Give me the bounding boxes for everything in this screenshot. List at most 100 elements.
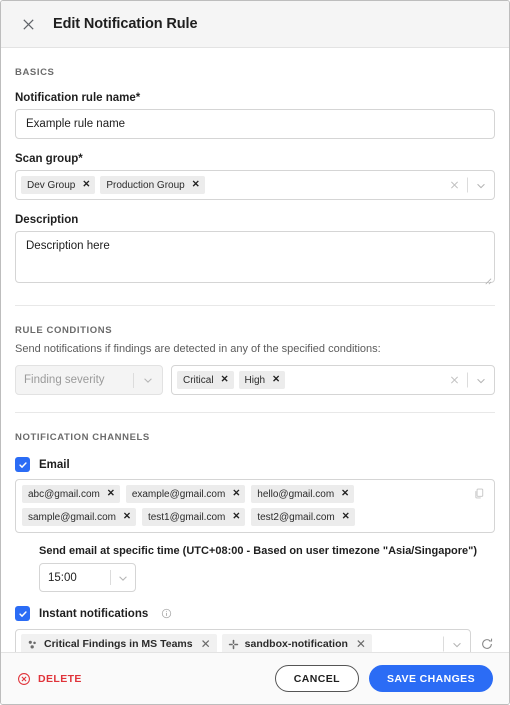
email-chip[interactable]: sample@gmail.com ✕ <box>22 508 136 526</box>
section-rule-conditions-label: RULE CONDITIONS <box>15 325 113 336</box>
email-chip[interactable]: test2@gmail.com ✕ <box>251 508 355 526</box>
condition-type-actions <box>133 372 154 388</box>
divider <box>467 177 468 193</box>
copy-icon[interactable] <box>473 487 486 500</box>
chip-label: abc@gmail.com <box>28 488 100 500</box>
rule-name-label: Notification rule name* <box>15 92 141 104</box>
modal-body: BASICS Notification rule name* Scan grou… <box>1 48 509 652</box>
chevron-down-icon[interactable] <box>142 374 154 386</box>
condition-values-actions <box>449 372 487 388</box>
ms-teams-icon <box>27 639 38 650</box>
destination-chip[interactable]: Critical Findings in MS Teams ✕ <box>21 634 217 652</box>
instant-notifications-checkbox[interactable] <box>15 606 30 621</box>
chip-label: hello@gmail.com <box>257 488 335 500</box>
chip-remove-icon[interactable]: ✕ <box>221 375 229 385</box>
section-basics-label: BASICS <box>15 67 55 78</box>
clear-x-icon[interactable] <box>449 375 460 386</box>
close-icon[interactable] <box>17 13 39 35</box>
instant-notifications-toggle[interactable]: Instant notifications <box>15 606 495 621</box>
divider <box>443 636 444 652</box>
circle-x-icon <box>17 672 31 686</box>
email-time-value: 15:00 <box>48 571 77 584</box>
email-chip[interactable]: example@gmail.com ✕ <box>125 485 246 503</box>
delete-button-label: DELETE <box>38 672 82 685</box>
email-time-select[interactable]: 15:00 <box>39 563 136 592</box>
rule-name-input[interactable] <box>15 109 495 139</box>
divider <box>133 372 134 388</box>
footer-actions: CANCEL SAVE CHANGES <box>274 665 493 692</box>
scan-group-select[interactable]: Dev Group ✕ Production Group ✕ <box>15 170 495 200</box>
chip-label: sandbox-notification <box>244 638 348 650</box>
chip-label: Production Group <box>106 179 185 191</box>
clear-x-icon[interactable] <box>449 180 460 191</box>
chevron-down-icon[interactable] <box>475 179 487 191</box>
scan-group-chip[interactable]: Production Group ✕ <box>100 176 205 194</box>
chip-label: test1@gmail.com <box>147 511 226 523</box>
chip-label: sample@gmail.com <box>28 511 116 523</box>
chip-remove-icon[interactable]: ✕ <box>123 512 131 522</box>
destinations-actions <box>443 636 463 652</box>
chip-remove-icon[interactable]: ✕ <box>232 489 240 499</box>
description-label: Description <box>15 214 79 226</box>
scan-group-actions <box>449 177 487 193</box>
severity-chip[interactable]: Critical ✕ <box>177 371 234 389</box>
chip-label: Critical Findings in MS Teams <box>44 638 193 650</box>
chip-remove-icon[interactable]: ✕ <box>201 638 211 650</box>
rule-conditions-helper: Send notifications if findings are detec… <box>15 343 381 355</box>
slack-icon <box>228 639 239 650</box>
description-wrapper <box>15 231 495 288</box>
divider <box>467 372 468 388</box>
email-label: Email <box>39 458 70 471</box>
chip-label: High <box>244 374 266 386</box>
section-notification-channels-label: NOTIFICATION CHANNELS <box>15 432 150 443</box>
chevron-down-icon[interactable] <box>475 374 487 386</box>
chip-label: test2@gmail.com <box>257 511 335 523</box>
email-chip[interactable]: test1@gmail.com ✕ <box>141 508 246 526</box>
page-title: Edit Notification Rule <box>53 16 198 32</box>
info-icon[interactable] <box>161 608 172 619</box>
email-chip[interactable]: abc@gmail.com ✕ <box>22 485 120 503</box>
condition-values-select[interactable]: Critical ✕ High ✕ <box>171 365 495 395</box>
chip-remove-icon[interactable]: ✕ <box>342 512 350 522</box>
condition-values-wrapper: Critical ✕ High ✕ <box>171 365 495 395</box>
email-time-actions <box>110 570 129 585</box>
chip-label: example@gmail.com <box>131 488 226 500</box>
chip-label: Critical <box>183 374 214 386</box>
scan-group-chip[interactable]: Dev Group ✕ <box>21 176 96 194</box>
email-checkbox[interactable] <box>15 457 30 472</box>
condition-type-value: Finding severity <box>24 374 105 386</box>
email-recipients-field[interactable]: abc@gmail.com ✕ example@gmail.com ✕ hell… <box>15 479 495 533</box>
chip-remove-icon[interactable]: ✕ <box>356 638 366 650</box>
divider <box>110 570 111 585</box>
email-time-label: Send email at specific time (UTC+08:00 -… <box>39 545 478 557</box>
refresh-icon[interactable] <box>479 636 495 652</box>
chip-remove-icon[interactable]: ✕ <box>272 375 280 385</box>
chip-remove-icon[interactable]: ✕ <box>107 489 115 499</box>
modal-header: Edit Notification Rule <box>1 1 509 48</box>
instant-notifications-label: Instant notifications <box>39 607 149 620</box>
divider <box>15 305 495 306</box>
destinations-row: Critical Findings in MS Teams ✕ sandbox-… <box>15 629 495 652</box>
save-changes-button[interactable]: SAVE CHANGES <box>368 665 493 692</box>
email-channel-toggle[interactable]: Email <box>15 457 495 472</box>
chevron-down-icon[interactable] <box>451 638 463 650</box>
chip-remove-icon[interactable]: ✕ <box>82 180 90 190</box>
condition-row: Finding severity Critical ✕ High ✕ <box>15 365 495 395</box>
edit-notification-rule-modal: Edit Notification Rule BASICS Notificati… <box>0 0 510 705</box>
description-textarea[interactable] <box>15 231 495 283</box>
email-time-block: Send email at specific time (UTC+08:00 -… <box>39 545 495 592</box>
chevron-down-icon[interactable] <box>117 572 129 584</box>
divider <box>15 412 495 413</box>
condition-type-select[interactable]: Finding severity <box>15 365 163 395</box>
scan-group-label: Scan group* <box>15 153 83 165</box>
severity-chip[interactable]: High ✕ <box>238 371 286 389</box>
modal-footer: DELETE CANCEL SAVE CHANGES <box>1 652 509 704</box>
chip-remove-icon[interactable]: ✕ <box>192 180 200 190</box>
cancel-button[interactable]: CANCEL <box>274 665 359 692</box>
destination-chip[interactable]: sandbox-notification ✕ <box>221 634 372 652</box>
delete-button[interactable]: DELETE <box>17 672 82 686</box>
email-chip[interactable]: hello@gmail.com ✕ <box>251 485 355 503</box>
chip-remove-icon[interactable]: ✕ <box>341 489 349 499</box>
chip-remove-icon[interactable]: ✕ <box>232 512 240 522</box>
destinations-select[interactable]: Critical Findings in MS Teams ✕ sandbox-… <box>15 629 471 652</box>
